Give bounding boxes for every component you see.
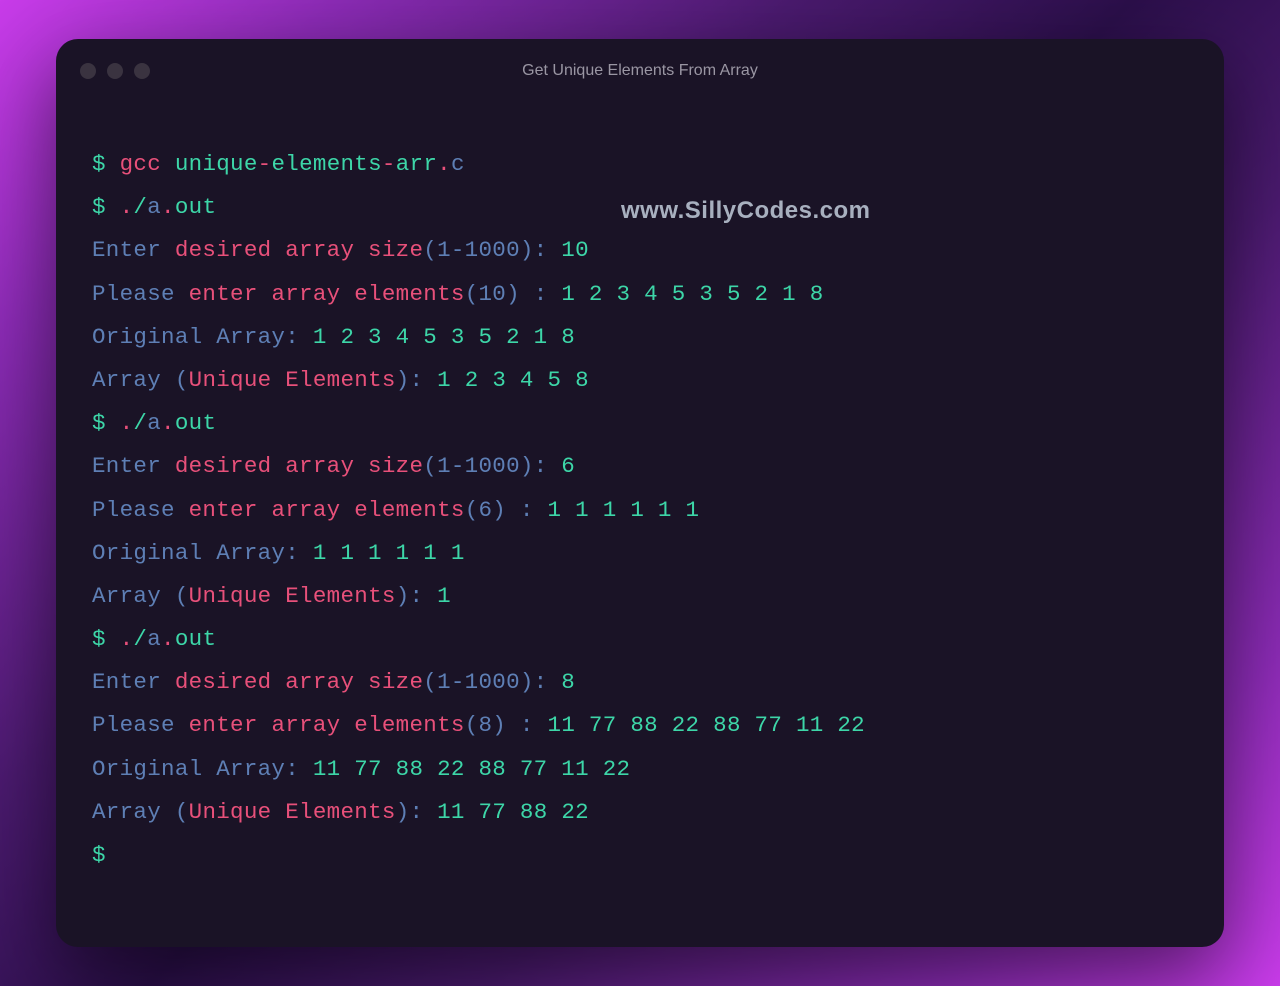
cmd-line-gcc: $ gcc unique-elements-arr.c	[92, 143, 1188, 186]
prompt-line: $	[92, 834, 1188, 877]
cmd-line-run-3: $ ./a.out	[92, 618, 1188, 661]
prompt: $	[92, 842, 106, 868]
unique-vals-3: 11 77 88 22	[437, 799, 589, 825]
input-elements-1: 1 2 3 4 5 3 5 2 1 8	[561, 281, 823, 307]
output-unique-2: Array (Unique Elements): 1	[92, 575, 1188, 618]
output-prompt-elements-1: Please enter array elements(10) : 1 2 3 …	[92, 273, 1188, 316]
input-size-2: 6	[561, 453, 575, 479]
unique-vals-1: 1 2 3 4 5 8	[437, 367, 589, 393]
traffic-lights	[80, 63, 150, 79]
original-vals-3: 11 77 88 22 88 77 11 22	[313, 756, 630, 782]
output-prompt-elements-3: Please enter array elements(8) : 11 77 8…	[92, 704, 1188, 747]
output-prompt-size-2: Enter desired array size(1-1000): 6	[92, 445, 1188, 488]
output-original-2: Original Array: 1 1 1 1 1 1	[92, 532, 1188, 575]
prompt: $	[92, 626, 120, 652]
close-icon[interactable]	[80, 63, 96, 79]
unique-vals-2: 1	[437, 583, 451, 609]
arg-unique: unique	[175, 151, 258, 177]
watermark-text: www.SillyCodes.com	[621, 197, 871, 225]
input-elements-2: 1 1 1 1 1 1	[548, 497, 700, 523]
title-bar: Get Unique Elements From Array	[56, 39, 1224, 103]
output-prompt-elements-2: Please enter array elements(6) : 1 1 1 1…	[92, 489, 1188, 532]
output-unique-1: Array (Unique Elements): 1 2 3 4 5 8	[92, 359, 1188, 402]
input-size-3: 8	[561, 669, 575, 695]
input-elements-3: 11 77 88 22 88 77 11 22	[548, 712, 865, 738]
output-prompt-size-3: Enter desired array size(1-1000): 8	[92, 661, 1188, 704]
input-size-1: 10	[561, 237, 589, 263]
prompt: $	[92, 194, 120, 220]
original-vals-2: 1 1 1 1 1 1	[313, 540, 465, 566]
maximize-icon[interactable]	[134, 63, 150, 79]
minimize-icon[interactable]	[107, 63, 123, 79]
output-original-1: Original Array: 1 2 3 4 5 3 5 2 1 8	[92, 316, 1188, 359]
cmd-line-run-2: $ ./a.out	[92, 402, 1188, 445]
output-prompt-size-1: Enter desired array size(1-1000): 10	[92, 229, 1188, 272]
output-unique-3: Array (Unique Elements): 11 77 88 22	[92, 791, 1188, 834]
prompt: $	[92, 151, 120, 177]
original-vals-1: 1 2 3 4 5 3 5 2 1 8	[313, 324, 575, 350]
terminal-window: Get Unique Elements From Array www.Silly…	[56, 39, 1224, 947]
output-original-3: Original Array: 11 77 88 22 88 77 11 22	[92, 748, 1188, 791]
window-title: Get Unique Elements From Array	[56, 62, 1224, 80]
cmd-gcc: gcc	[120, 151, 161, 177]
prompt: $	[92, 410, 120, 436]
